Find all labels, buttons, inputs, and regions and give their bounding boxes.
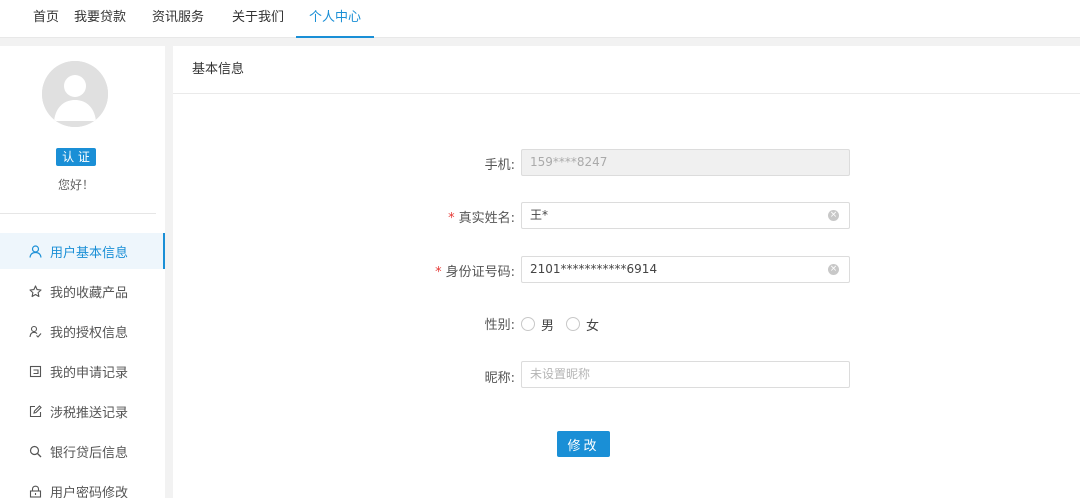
id-number-field[interactable]: 2101***********6914 × (521, 256, 850, 283)
nav-personal-center[interactable]: 个人中心 (296, 0, 374, 38)
star-icon (28, 284, 42, 298)
top-nav: 首页 我要贷款 资讯服务 关于我们 个人中心 (0, 0, 1080, 38)
sidebar-item-label: 涉税推送记录 (50, 405, 129, 421)
sidebar-item-basic-info[interactable]: 用户基本信息 (0, 233, 165, 269)
gender-radio-group: 男 女 (521, 314, 611, 334)
main-panel: 基本信息 手机: 159****8247 * 真实姓名: 王* × * 身份证号码:… (173, 46, 1080, 498)
gender-male-radio[interactable]: 男 (521, 315, 554, 334)
radio-circle[interactable] (566, 317, 581, 331)
nav-home[interactable]: 首页 (33, 0, 59, 38)
sidebar-item-authorization[interactable]: 我的授权信息 (0, 313, 165, 349)
real-name-value: 王* (530, 208, 549, 222)
sidebar-item-password[interactable]: 用户密码修改 (0, 473, 165, 498)
clear-icon[interactable]: × (828, 264, 839, 275)
sidebar-item-label: 用户基本信息 (50, 245, 129, 261)
sidebar-item-label: 用户密码修改 (50, 485, 129, 498)
sidebar-item-tax-push[interactable]: 涉税推送记录 (0, 393, 165, 429)
verified-badge[interactable]: 认 证 (56, 148, 96, 166)
required-mark: * (435, 265, 442, 280)
sidebar-item-label: 我的申请记录 (50, 365, 129, 381)
modify-button[interactable]: 修改 (557, 431, 610, 457)
required-mark: * (448, 211, 455, 226)
nav-about[interactable]: 关于我们 (232, 0, 284, 38)
nav-loan[interactable]: 我要贷款 (74, 0, 126, 38)
search-icon (28, 444, 42, 458)
id-number-label: * 身份证号码: (435, 265, 515, 280)
greeting-text: 您好！ (57, 178, 94, 192)
sidebar-item-applications[interactable]: 我的申请记录 (0, 353, 165, 389)
nickname-label: 昵称: (484, 371, 515, 386)
sidebar-item-favorites[interactable]: 我的收藏产品 (0, 273, 165, 309)
authorize-icon (28, 324, 42, 338)
sidebar-item-label: 我的授权信息 (50, 325, 129, 341)
nickname-field[interactable]: 未设置昵称 (521, 361, 850, 388)
radio-circle[interactable] (521, 317, 535, 331)
nav-news[interactable]: 资讯服务 (152, 0, 204, 38)
record-icon (28, 364, 42, 378)
sidebar-item-bank-post-loan[interactable]: 银行贷后信息 (0, 433, 165, 469)
sidebar-item-label: 我的收藏产品 (50, 285, 129, 301)
phone-field: 159****8247 (521, 149, 850, 176)
nickname-placeholder: 未设置昵称 (530, 367, 591, 381)
edit-icon (28, 404, 42, 418)
user-icon (28, 244, 42, 258)
phone-label: 手机: (484, 158, 515, 173)
gender-female-radio[interactable]: 女 (566, 315, 599, 334)
id-number-value: 2101***********6914 (530, 262, 658, 276)
clear-icon[interactable]: × (828, 210, 839, 221)
sidebar-divider (0, 213, 156, 214)
gender-label: 性别: (484, 318, 515, 333)
lock-icon (28, 484, 42, 498)
panel-title: 基本信息 (173, 46, 1080, 94)
real-name-field[interactable]: 王* × (521, 202, 850, 229)
real-name-label: * 真实姓名: (448, 211, 515, 226)
avatar (42, 61, 108, 127)
sidebar: 认 证 您好！ 用户基本信息 我的收藏产品 我的授权信息 我的申请记录 涉税推送… (0, 46, 165, 498)
sidebar-item-label: 银行贷后信息 (50, 445, 129, 461)
